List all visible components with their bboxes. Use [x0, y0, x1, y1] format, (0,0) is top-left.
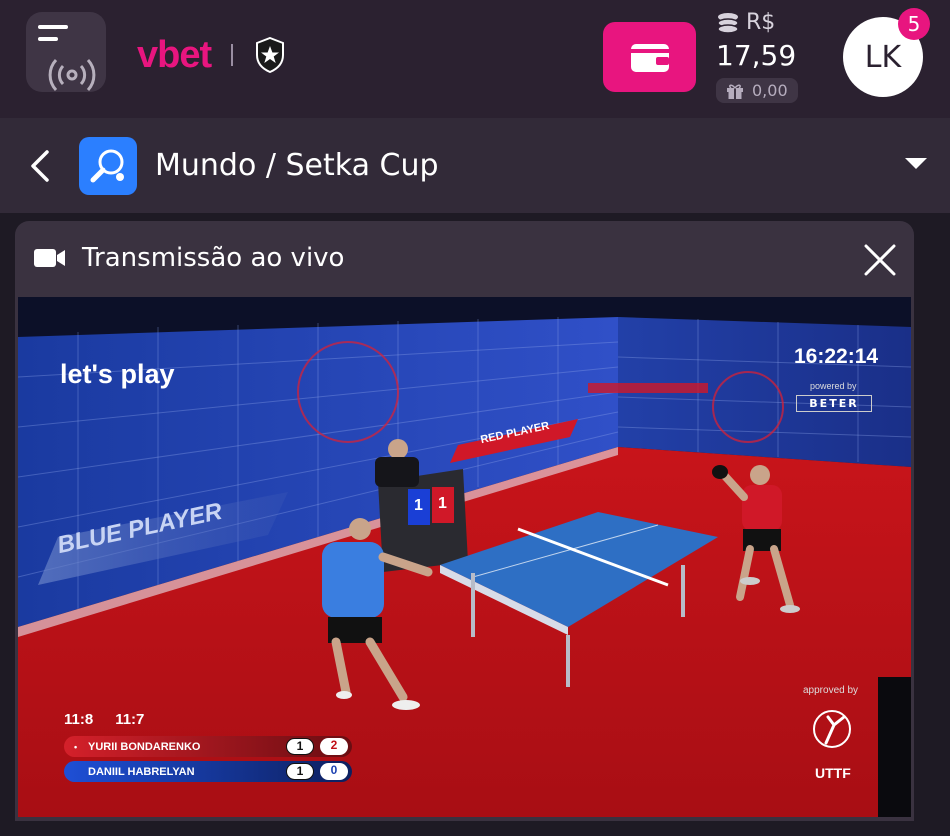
federation-logo-text: UTTF [815, 765, 851, 781]
wallet-icon [630, 44, 669, 72]
umpire-score-right: 1 [438, 495, 447, 512]
live-radio-icon [48, 58, 96, 92]
gift-icon [727, 84, 743, 99]
player-points: 0 [320, 763, 348, 780]
balance-panel[interactable]: R$ 17,59 0,00 [716, 10, 826, 103]
currency-label: R$ [746, 10, 776, 35]
player-name: YURII BONDARENKO [88, 740, 201, 753]
video-overlay-slogan: let's play [60, 359, 175, 389]
currency-row: R$ [716, 10, 826, 35]
back-chevron-icon[interactable] [30, 150, 50, 182]
notification-badge[interactable]: 5 [898, 8, 930, 40]
set-scores: 11:8 11:7 [64, 711, 352, 728]
wallet-button[interactable] [603, 22, 696, 92]
serve-indicator: • [74, 741, 78, 752]
coins-icon [717, 12, 739, 34]
live-stream-header: Transmissão ao vivo [15, 221, 914, 297]
logo-divider [231, 44, 234, 66]
sport-badge [79, 137, 137, 195]
menu-icon [38, 25, 68, 49]
close-icon[interactable] [863, 243, 897, 277]
umpire-score-left: 1 [414, 497, 423, 514]
bonus-amount: 0,00 [752, 81, 788, 100]
scoreboard-overlay: 11:8 11:7 • YURII BONDARENKO 1 2 DANIIL … [64, 711, 352, 786]
chevron-down-icon[interactable] [903, 156, 929, 172]
top-bar: vbet R$ 17,59 0,00 LK 5 [0, 0, 950, 118]
set-score-1: 11:8 [64, 711, 94, 728]
player-row-blue: DANIIL HABRELYAN 1 0 [64, 761, 352, 782]
powered-by-label: powered by [810, 381, 857, 391]
table-tennis-icon [90, 149, 124, 183]
sponsor-logo: BETER [796, 395, 872, 412]
player-points: 2 [320, 738, 348, 755]
approved-by-label: approved by [803, 685, 859, 696]
page-title: Mundo / Setka Cup [155, 148, 439, 183]
menu-button[interactable] [26, 12, 106, 92]
brand-logo-text: vbet [137, 33, 212, 76]
balance-amount: 17,59 [716, 39, 797, 72]
brand-logo[interactable]: vbet [137, 30, 285, 80]
player-sets: 1 [286, 738, 314, 755]
player-name: DANIIL HABRELYAN [88, 765, 195, 778]
club-shield-icon [256, 37, 285, 73]
video-camera-icon [34, 249, 65, 267]
player-row-red: • YURII BONDARENKO 1 2 [64, 736, 352, 757]
set-score-2: 11:7 [115, 711, 145, 728]
live-stream-card: Transmissão ao vivo let's play 16:22:14 … [15, 221, 914, 821]
video-player[interactable]: let's play 16:22:14 powered by BETER BLU… [18, 297, 911, 817]
video-clock: 16:22:14 [794, 345, 879, 368]
bonus-balance: 0,00 [716, 78, 798, 103]
breadcrumb: Mundo / Setka Cup [0, 118, 950, 213]
live-stream-title: Transmissão ao vivo [82, 243, 345, 273]
player-sets: 1 [286, 763, 314, 780]
